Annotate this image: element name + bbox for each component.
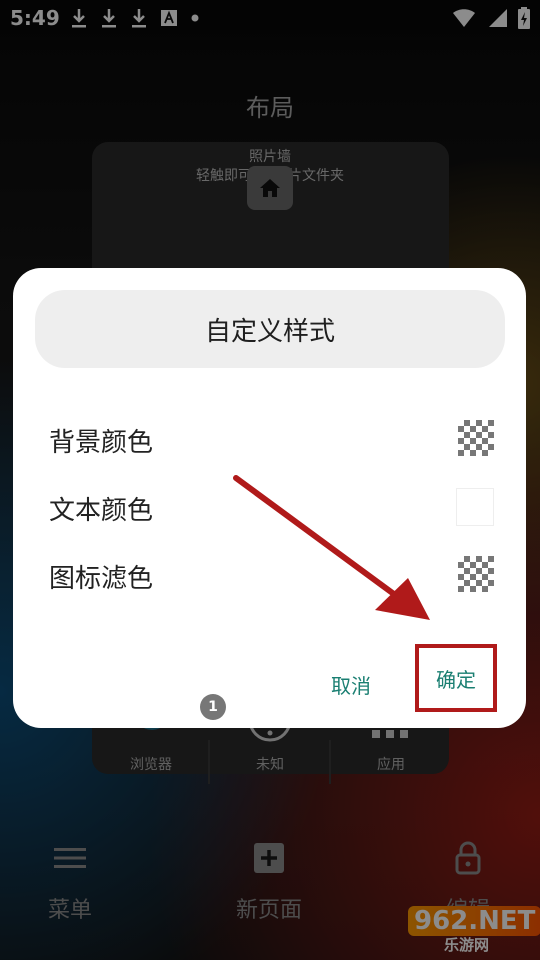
page-indicator-badge: 1	[200, 694, 226, 720]
dialog-title: 自定义样式	[35, 290, 505, 368]
row-background-color[interactable]: 背景颜色	[49, 418, 494, 458]
confirm-button-label: 确定	[436, 667, 476, 692]
row-label: 文本颜色	[49, 496, 154, 526]
row-label: 背景颜色	[49, 428, 154, 458]
transparent-swatch-icon[interactable]	[458, 556, 494, 592]
transparent-swatch-icon[interactable]	[458, 420, 494, 456]
row-icon-filter-color[interactable]: 图标滤色	[49, 554, 494, 594]
white-swatch-icon[interactable]	[456, 488, 494, 526]
custom-style-dialog: 自定义样式 背景颜色 文本颜色 图标滤色 取消 确定	[13, 268, 526, 728]
row-label: 图标滤色	[49, 564, 154, 594]
cancel-button[interactable]: 取消	[331, 670, 371, 699]
confirm-button[interactable]: 确定	[415, 644, 497, 712]
row-text-color[interactable]: 文本颜色	[49, 486, 494, 526]
